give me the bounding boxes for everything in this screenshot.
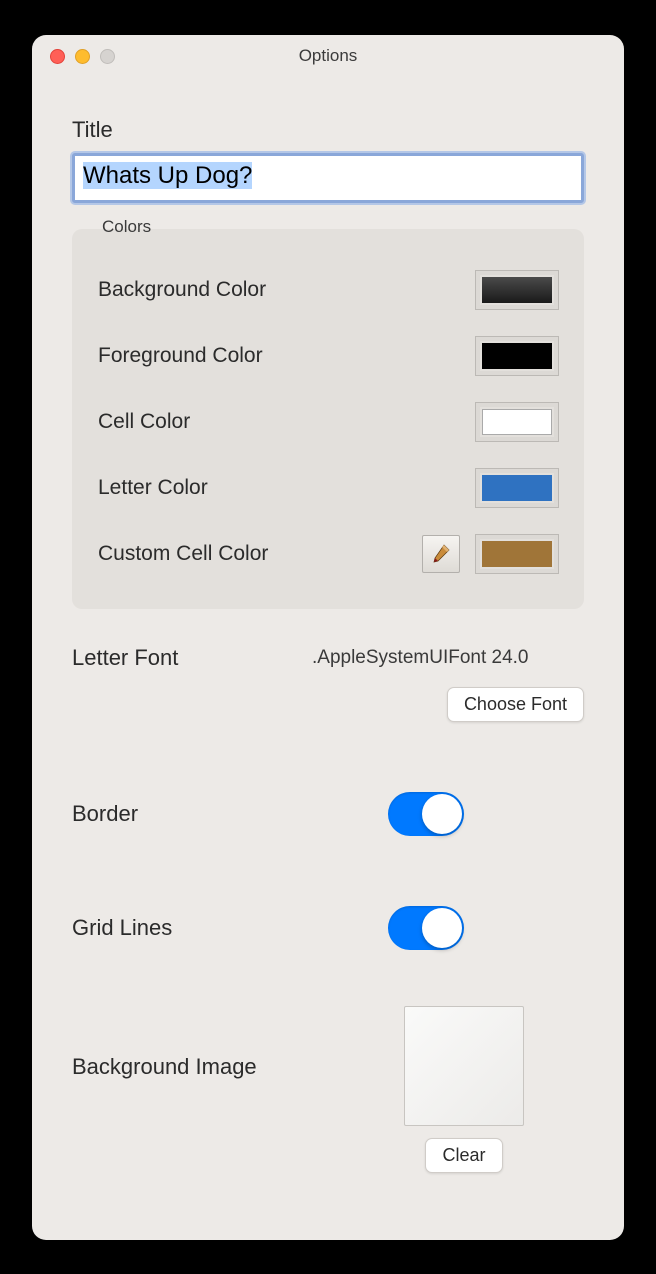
title-input-text: Whats Up Dog? xyxy=(83,162,252,189)
background-color-swatch[interactable] xyxy=(476,271,558,309)
cell-color-row: Cell Color xyxy=(98,403,558,441)
minimize-icon[interactable] xyxy=(75,49,90,64)
foreground-color-label: Foreground Color xyxy=(98,344,263,368)
titlebar: Options xyxy=(32,35,624,77)
background-color-label: Background Color xyxy=(98,278,266,302)
letter-font-label: Letter Font xyxy=(72,645,312,671)
brush-icon xyxy=(429,542,453,566)
colors-group: Colors Background Color Foreground Color… xyxy=(72,229,584,609)
options-window: Options Title Whats Up Dog? Colors Backg… xyxy=(32,35,624,1240)
foreground-color-swatch[interactable] xyxy=(476,337,558,375)
clear-button[interactable]: Clear xyxy=(425,1138,502,1173)
grid-lines-toggle[interactable] xyxy=(388,906,464,950)
colors-legend: Colors xyxy=(100,217,153,237)
letter-font-value: .AppleSystemUIFont 24.0 xyxy=(312,647,529,669)
border-row: Border xyxy=(72,792,584,836)
cell-color-swatch[interactable] xyxy=(476,403,558,441)
content-area: Title Whats Up Dog? Colors Background Co… xyxy=(32,77,624,1173)
letter-color-row: Letter Color xyxy=(98,469,558,507)
toggle-knob-icon xyxy=(422,794,462,834)
background-image-label: Background Image xyxy=(72,1054,312,1080)
close-icon[interactable] xyxy=(50,49,65,64)
letter-color-swatch[interactable] xyxy=(476,469,558,507)
choose-font-button[interactable]: Choose Font xyxy=(447,687,584,722)
choose-font-row: Choose Font xyxy=(72,687,584,722)
background-image-column: Clear xyxy=(404,1006,524,1173)
letter-font-row: Letter Font .AppleSystemUIFont 24.0 xyxy=(72,645,584,671)
colors-box: Background Color Foreground Color Cell C… xyxy=(72,229,584,609)
grid-lines-row: Grid Lines xyxy=(72,906,584,950)
title-label: Title xyxy=(72,117,584,143)
grid-lines-label: Grid Lines xyxy=(72,915,312,941)
cell-color-label: Cell Color xyxy=(98,410,190,434)
window-title: Options xyxy=(32,35,624,77)
border-label: Border xyxy=(72,801,312,827)
border-toggle[interactable] xyxy=(388,792,464,836)
custom-cell-color-row: Custom Cell Color xyxy=(98,535,558,573)
custom-cell-color-label: Custom Cell Color xyxy=(98,542,268,566)
background-color-row: Background Color xyxy=(98,271,558,309)
background-image-row: Background Image Clear xyxy=(72,1006,584,1173)
window-controls xyxy=(50,49,115,64)
zoom-icon xyxy=(100,49,115,64)
background-image-well[interactable] xyxy=(404,1006,524,1126)
title-input[interactable]: Whats Up Dog? xyxy=(72,153,584,203)
foreground-color-row: Foreground Color xyxy=(98,337,558,375)
toggle-knob-icon xyxy=(422,908,462,948)
custom-cell-color-swatch[interactable] xyxy=(476,535,558,573)
title-field-wrap: Whats Up Dog? xyxy=(72,153,584,203)
letter-color-label: Letter Color xyxy=(98,476,208,500)
brush-button[interactable] xyxy=(422,535,460,573)
